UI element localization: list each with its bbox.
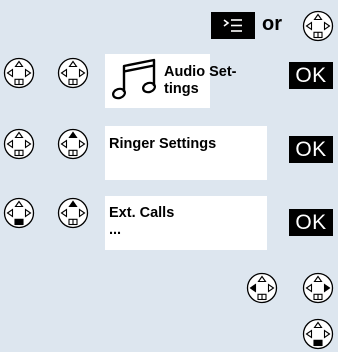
- ok-badge: OK: [289, 136, 333, 163]
- navigation-key-left-right-icon: [246, 272, 278, 304]
- music-note-icon: [110, 54, 162, 106]
- display-label: Ringer Settings: [109, 136, 217, 152]
- menu-key-icon: [211, 12, 255, 39]
- navigation-key-icon: [57, 57, 89, 89]
- navigation-key-up-icon: [57, 197, 89, 229]
- or-connector: or: [262, 13, 282, 35]
- navigation-key-icon: [3, 57, 35, 89]
- display-label: Ext. Calls ...: [109, 205, 175, 238]
- navigation-key-right-icon: [302, 272, 334, 304]
- ok-badge: OK: [289, 62, 333, 89]
- display-screen: [105, 126, 267, 180]
- navigation-key-down-icon: [302, 318, 334, 350]
- display-label: Audio Set- tings: [164, 64, 237, 97]
- navigation-key-icon: [3, 128, 35, 160]
- ok-badge: OK: [289, 209, 333, 236]
- navigation-key-icon: [302, 10, 334, 42]
- navigation-key-up-icon: [57, 128, 89, 160]
- navigation-key-down-icon: [3, 197, 35, 229]
